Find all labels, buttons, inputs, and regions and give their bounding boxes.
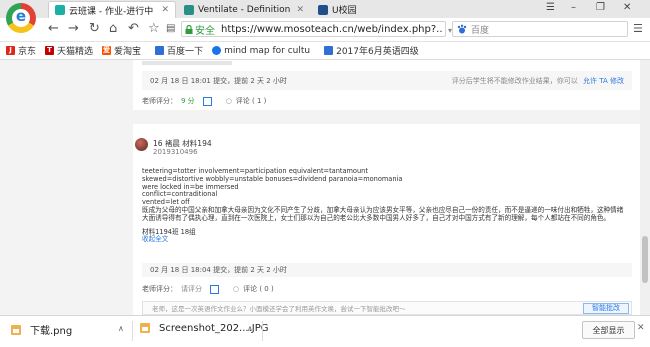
tab-title: Ventilate - Definition for English [198, 4, 292, 15]
undo-icon[interactable]: ↶ [128, 21, 139, 37]
edit-hint: 评分后学生将不能修改作业结果，你可以 允许 TA 修改 [452, 76, 624, 86]
url-text: https://www.mosoteach.cn/web/index.php?.… [221, 23, 442, 35]
taobao-icon: 爱 [102, 46, 112, 55]
home-icon[interactable]: ⌂ [109, 21, 117, 37]
signature: 材料1194班 18组 [142, 227, 196, 236]
close-tab-icon[interactable]: ✕ [161, 5, 169, 15]
bookmark-label: mind map for cultu [224, 45, 311, 56]
lock-icon [185, 24, 193, 34]
comment-placeholder: 老师，这是一次英语作文作业么？小面模还学会了利用英作文唤，尝试一下智能批改吧～ [152, 305, 406, 313]
show-all-button[interactable]: 全部显示 [582, 321, 635, 339]
student-id: 2019310496 [153, 148, 198, 156]
bookmarks-bar: J 京东 T 天猫精选 爱 爱淘宝 百度一下 mind map for cult… [0, 42, 650, 60]
bookmark-label: 百度一下 [167, 47, 204, 57]
comment-input[interactable]: 老师，这是一次英语作文作业么？小面模还学会了利用英作文唤，尝试一下智能批改吧～ … [142, 301, 632, 315]
image-icon[interactable] [202, 96, 212, 106]
reload-icon[interactable]: ↻ [89, 21, 100, 37]
bookmark-label: 2017年6月英语四级 [336, 47, 419, 57]
page-content: 02 月 18 日 18:01 提交，提前 2 天 2 小时 评分后学生将不能修… [0, 60, 640, 315]
answer-text: teetering=totter involvement=participati… [142, 167, 626, 244]
divider [262, 321, 263, 341]
bookmark-baidu[interactable]: 百度一下 [155, 44, 203, 57]
divider [132, 321, 133, 341]
bookmark-tmall[interactable]: T 天猫精选 [45, 44, 93, 57]
window-menu-icon[interactable]: ☰ [546, 2, 555, 13]
submit-info-row: 02 月 18 日 18:04 提交，提前 2 天 2 小时 [142, 263, 632, 277]
submit-time: 02 月 18 日 18:04 提交，提前 2 天 2 小时 [150, 266, 287, 274]
close-icon[interactable]: ✕ [637, 323, 645, 333]
tab-title: U校园 [332, 6, 357, 16]
minimize-window-icon[interactable]: – [571, 2, 576, 13]
comment-bubble-icon: ○ [225, 97, 232, 105]
answer-paragraph: 既成为父母的中国父亲和加拿大母亲因为文化不同产生了分歧，加拿大母亲认为应该男女平… [142, 205, 624, 222]
tab-ventilate[interactable]: Ventilate - Definition for English ✕ [178, 1, 310, 18]
baidu-paw-icon [457, 24, 467, 34]
search-box[interactable]: 百度 [452, 21, 628, 37]
score-value[interactable]: 请评分 [181, 284, 202, 294]
download-filename: 下载.png [30, 326, 73, 337]
bookmark-cet4[interactable]: 2017年6月英语四级 [324, 44, 419, 57]
favorite-star-icon[interactable]: ☆ [148, 21, 160, 37]
tab-yunbanke[interactable]: 云班课 - 作业-进行中 ✕ [48, 1, 176, 18]
score-label: 老师评分： [142, 285, 177, 293]
answer-line: conflict=contraditional [142, 190, 218, 199]
download-item[interactable]: 下载.png [10, 322, 72, 337]
tab-strip: e 云班课 - 作业-进行中 ✕ Ventilate - Definition … [0, 0, 650, 33]
bookmark-label: 京东 [18, 47, 37, 57]
yunbanke-favicon-icon [55, 5, 65, 15]
restore-window-icon[interactable]: ❐ [596, 2, 605, 13]
bookmark-aitaobao[interactable]: 爱 爱淘宝 [102, 44, 141, 57]
menu-icon[interactable]: ☰ [633, 21, 643, 37]
chevron-down-icon[interactable]: ∧ [118, 324, 124, 333]
secure-indicator[interactable]: 安全 [185, 22, 215, 37]
globe-favicon-icon [184, 4, 194, 15]
tab-title: 云班课 - 作业-进行中 [69, 6, 154, 17]
bookmark-label: 天猫精选 [57, 47, 94, 57]
download-bar: 下载.png ∧ Screenshot_202....JPG ∧ 全部显示 ✕ [0, 315, 650, 347]
submit-time: 02 月 18 日 18:01 提交，提前 2 天 2 小时 [150, 76, 287, 85]
bookmark-label: 爱淘宝 [114, 47, 142, 57]
image-file-icon [11, 324, 21, 335]
bookmark-mindmap[interactable]: mind map for cultu [212, 46, 310, 56]
tab-u-campus[interactable]: U校园 [312, 1, 364, 18]
collapse-link[interactable]: 收起全文 [142, 236, 626, 244]
avatar[interactable] [135, 138, 148, 151]
allow-edit-link[interactable]: 允许 TA 修改 [583, 77, 624, 85]
score-label: 老师评分： [142, 97, 177, 105]
submit-info-row: 02 月 18 日 18:01 提交，提前 2 天 2 小时 评分后学生将不能修… [142, 71, 632, 90]
comments-link[interactable]: 评论 ( 1 ) [236, 96, 267, 106]
bookmark-jd[interactable]: J 京东 [6, 44, 36, 57]
chevron-down-icon[interactable]: ∧ [247, 324, 253, 333]
close-window-icon[interactable]: ✕ [623, 2, 631, 13]
score-value[interactable]: 9 分 [181, 96, 195, 106]
image-file-icon [140, 323, 150, 333]
url-bar[interactable]: 安全 https://www.mosoteach.cn/web/index.ph… [181, 21, 446, 37]
edit-hint-text: 评分后学生将不能修改作业结果，你可以 [451, 76, 578, 85]
address-toolbar: ← → ↻ ⌂ ↶ ☆ ▤ 安全 https://www.mosoteach.c… [0, 18, 650, 42]
submission-card: 16 褚晨 材料194 2019310496 teetering=totter … [133, 124, 640, 315]
browser-logo-icon: e [6, 3, 36, 33]
tmall-icon: T [45, 46, 55, 55]
back-icon[interactable]: ← [48, 21, 59, 37]
submission-card: 02 月 18 日 18:01 提交，提前 2 天 2 小时 评分后学生将不能修… [133, 60, 640, 110]
score-row: 老师评分： 请评分 ○ 评论 ( 0 ) [142, 284, 274, 294]
comment-bubble-icon: ○ [233, 285, 240, 293]
comments-link[interactable]: 评论 ( 0 ) [243, 284, 274, 294]
scrollbar-thumb[interactable] [642, 236, 648, 283]
close-tab-icon[interactable]: ✕ [296, 5, 304, 15]
google-icon [212, 46, 222, 55]
baidu-paw-icon [324, 46, 334, 55]
smart-grade-button[interactable]: 智能批改 [583, 302, 629, 314]
truncated-text-line [142, 61, 232, 65]
baidu-icon [155, 46, 165, 55]
forward-icon[interactable]: → [68, 21, 79, 37]
score-row: 老师评分： 9 分 ○ 评论 ( 1 ) [142, 96, 266, 106]
search-placeholder: 百度 [471, 25, 490, 36]
u-campus-favicon-icon [318, 4, 328, 15]
secure-label: 安全 [195, 25, 215, 37]
jd-icon: J [6, 46, 15, 55]
image-icon[interactable] [210, 284, 219, 294]
page-icon[interactable]: ▤ [166, 21, 175, 37]
